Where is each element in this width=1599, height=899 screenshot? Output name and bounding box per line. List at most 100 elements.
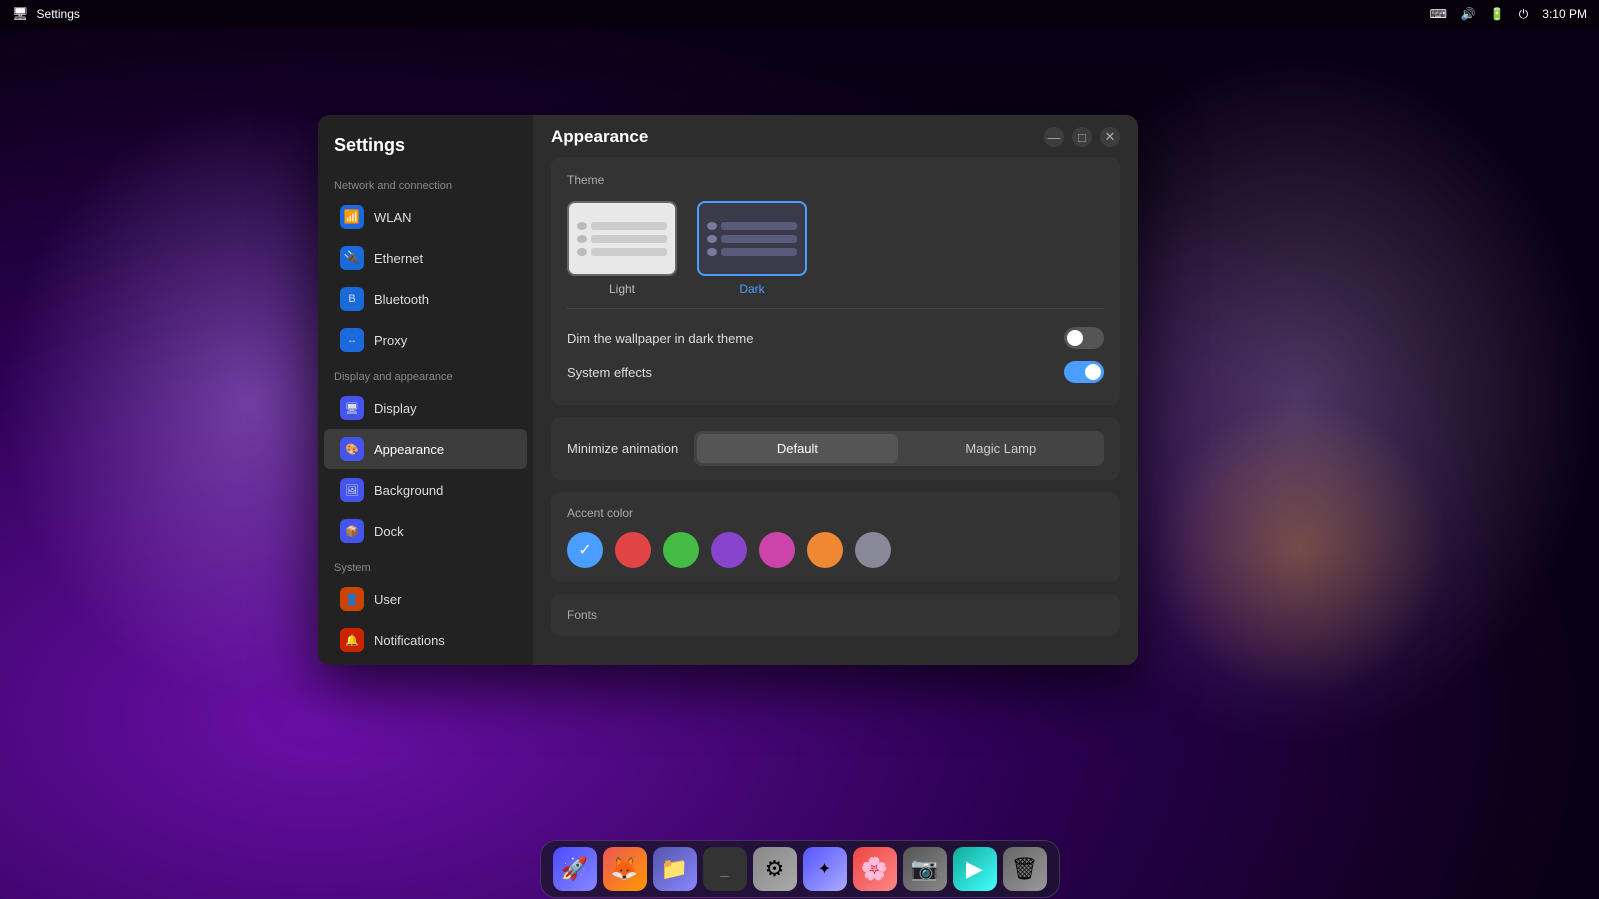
dark-theme-bar-2 [721,235,797,243]
theme-preview-dark [697,201,807,276]
dock-item-files[interactable]: 📁 [653,847,697,891]
topbar-left: 🖥 Settings [12,6,80,22]
ethernet-icon: 🔌 [340,246,364,270]
dark-theme-line-2 [707,235,797,243]
sidebar-section-system: System [318,552,533,578]
dock-item-terminal[interactable]: _ [703,847,747,891]
accent-gray[interactable] [855,532,891,568]
sidebar-item-label-display: Display [374,401,417,416]
accent-pink[interactable] [759,532,795,568]
sidebar-item-background[interactable]: 🖼 Background [324,470,527,510]
topbar-time: 3:10 PM [1542,7,1587,21]
dock-item-media[interactable]: ▶ [953,847,997,891]
topbar-app-name: Settings [37,7,80,21]
dark-theme-dot-1 [707,222,717,230]
battery-icon: 🔋 [1490,7,1505,21]
dock-item-firefox[interactable]: 🦊 [603,847,647,891]
animation-section: Minimize animation Default Magic Lamp [551,417,1120,480]
anim-btn-default[interactable]: Default [697,434,897,463]
accent-green[interactable] [663,532,699,568]
system-effects-row: System effects [567,355,1104,389]
sidebar-item-label-background: Background [374,483,443,498]
window-titlebar: Appearance — □ ✕ [533,115,1138,157]
dock-item-screenshot[interactable]: 📷 [903,847,947,891]
wlan-icon: 📶 [340,205,364,229]
theme-dot-3 [577,248,587,256]
topbar-right: ⌨ 🔊 🔋 ⏻ 3:10 PM [1430,7,1587,22]
dim-wallpaper-toggle[interactable] [1064,327,1104,349]
sidebar-item-proxy[interactable]: ↔ Proxy [324,320,527,360]
theme-divider [567,308,1104,309]
accent-blue[interactable]: ✓ [567,532,603,568]
settings-icon: 🖥 [12,6,29,22]
settings-window: Settings Network and connection 📶 WLAN 🔌… [318,115,1138,665]
accent-orange[interactable] [807,532,843,568]
taskbar: 🚀 🦊 📁 _ ⚙ ✦ 🌸 📷 ▶ 🗑 [0,839,1599,899]
theme-bar-1 [591,222,667,230]
dim-wallpaper-knob [1067,330,1083,346]
fonts-section: Fonts [551,594,1120,636]
sidebar-item-wlan[interactable]: 📶 WLAN [324,197,527,237]
sidebar-item-label-dock: Dock [374,524,404,539]
theme-dot-2 [577,235,587,243]
sidebar-item-bluetooth[interactable]: B Bluetooth [324,279,527,319]
accent-red[interactable] [615,532,651,568]
sidebar-item-dock[interactable]: 📦 Dock [324,511,527,551]
theme-options: Light [567,201,1104,296]
sidebar-item-label-proxy: Proxy [374,333,407,348]
bluetooth-icon: B [340,287,364,311]
accent-title: Accent color [567,506,1104,520]
minimize-button[interactable]: — [1044,127,1064,147]
accent-colors: ✓ [567,532,1104,568]
dark-theme-dot-3 [707,248,717,256]
bg-glow-orange [1149,399,1449,699]
sidebar-section-network: Network and connection [318,170,533,196]
dark-theme-dot-2 [707,235,717,243]
keyboard-icon: ⌨ [1430,7,1447,21]
display-icon: 🖥 [340,396,364,420]
theme-option-light[interactable]: Light [567,201,677,296]
window-title: Appearance [551,127,648,147]
fonts-title: Fonts [567,608,1104,622]
dark-theme-line-3 [707,248,797,256]
dock-item-launchpad[interactable]: 🚀 [553,847,597,891]
dark-theme-line-1 [707,222,797,230]
sidebar-item-sound[interactable]: 🔊 Sound [324,661,527,665]
dark-theme-bar-1 [721,222,797,230]
theme-line-3 [577,248,667,256]
sidebar-item-label-bluetooth: Bluetooth [374,292,429,307]
appearance-icon: 🎨 [340,437,364,461]
sidebar-item-user[interactable]: 👤 User [324,579,527,619]
maximize-button[interactable]: □ [1072,127,1092,147]
accent-purple[interactable] [711,532,747,568]
sidebar: Settings Network and connection 📶 WLAN 🔌… [318,115,533,665]
theme-line-1 [577,222,667,230]
sidebar-title: Settings [318,127,533,170]
system-effects-knob [1085,364,1101,380]
dock-item-system[interactable]: ⚙ [753,847,797,891]
dock-item-store[interactable]: ✦ [803,847,847,891]
dock-item-trash[interactable]: 🗑 [1003,847,1047,891]
sidebar-item-appearance[interactable]: 🎨 Appearance [324,429,527,469]
sidebar-item-notifications[interactable]: 🔔 Notifications [324,620,527,660]
dock-item-custom1[interactable]: 🌸 [853,847,897,891]
close-button[interactable]: ✕ [1100,127,1120,147]
sidebar-item-label-user: User [374,592,401,607]
sidebar-item-display[interactable]: 🖥 Display [324,388,527,428]
taskbar-dock: 🚀 🦊 📁 _ ⚙ ✦ 🌸 📷 ▶ 🗑 [540,840,1060,898]
system-effects-toggle[interactable] [1064,361,1104,383]
sidebar-item-ethernet[interactable]: 🔌 Ethernet [324,238,527,278]
theme-option-dark[interactable]: Dark [697,201,807,296]
theme-name-light: Light [609,282,635,296]
theme-dot-1 [577,222,587,230]
dim-wallpaper-row: Dim the wallpaper in dark theme [567,321,1104,355]
notifications-icon: 🔔 [340,628,364,652]
anim-btn-magic-lamp[interactable]: Magic Lamp [901,434,1101,463]
dock-icon: 📦 [340,519,364,543]
sidebar-item-label-ethernet: Ethernet [374,251,423,266]
theme-preview-light [567,201,677,276]
theme-bar-2 [591,235,667,243]
theme-name-dark: Dark [739,282,764,296]
sidebar-item-label-wlan: WLAN [374,210,412,225]
animation-buttons: Default Magic Lamp [694,431,1104,466]
